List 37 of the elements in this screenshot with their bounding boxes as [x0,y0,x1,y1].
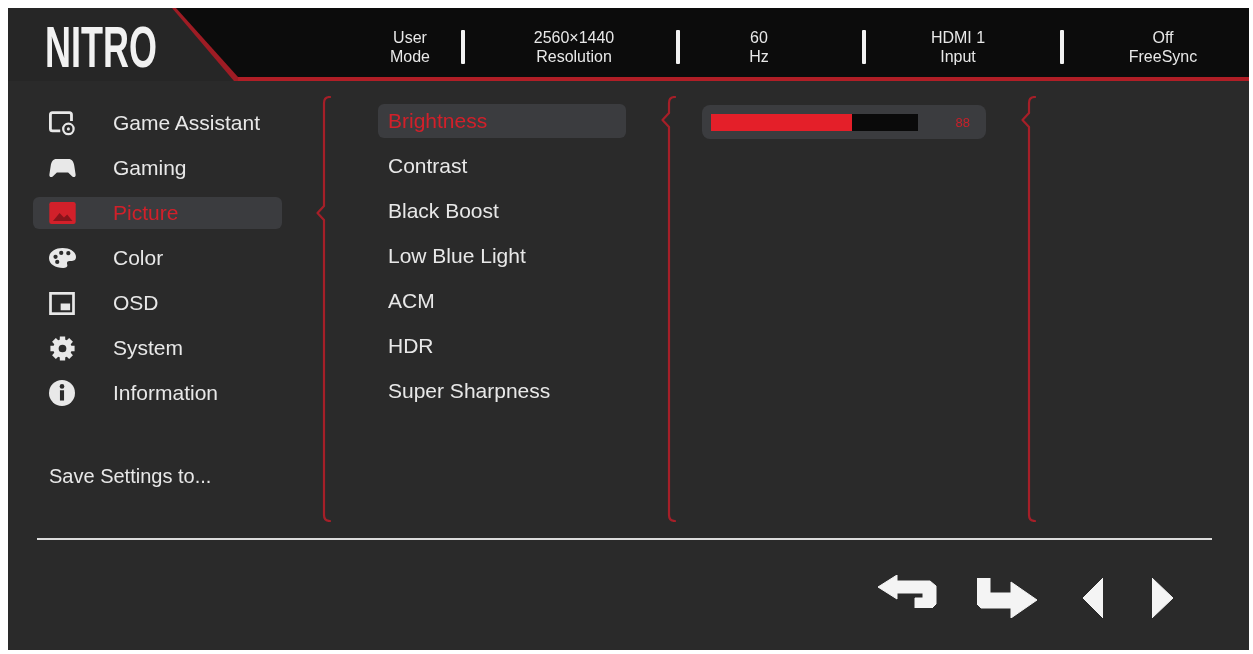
slider-track[interactable] [711,113,918,131]
right-triangle-icon[interactable] [1152,578,1173,618]
status-label: Hz [749,46,769,66]
enter-arrow-icon[interactable] [977,578,1037,618]
menu-item[interactable]: Color [33,242,282,274]
logo-text: NITRO [45,18,157,76]
image-icon [48,202,76,224]
status-label: Mode [390,46,430,66]
menu-item[interactable]: System [33,332,282,364]
menu-item[interactable]: Gaming [33,152,282,184]
submenu-item[interactable]: ACM [378,284,626,318]
palette-icon [48,248,76,268]
save-settings-item[interactable]: Save Settings to... [49,465,212,487]
status-value: HDMI 1 [930,27,986,47]
status-value: User [393,27,427,47]
submenu-item[interactable]: HDR [378,329,626,363]
submenu-item[interactable]: Black Boost [378,194,626,228]
status-value: 60 [750,27,768,47]
menu-item[interactable]: Information [33,377,282,409]
slider-value: 88 [955,114,970,130]
status-label: FreeSync [1128,46,1198,66]
back-arrow-icon[interactable] [878,575,937,608]
left-triangle-icon[interactable] [1083,578,1103,618]
submenu-item[interactable]: Contrast [378,149,626,183]
gear-icon [49,335,75,361]
status-value: 2560×1440 [533,27,615,47]
info-icon [49,380,75,406]
submenu-item[interactable]: Low Blue Light [378,239,626,273]
status-value: Off [1152,27,1174,47]
gamepad-icon [48,158,76,178]
status-label: Resolution [536,46,612,66]
menu-item[interactable]: OSD [33,287,282,319]
menu-item[interactable]: Game Assistant [33,107,282,139]
screen-gear-icon [49,110,75,136]
submenu-item[interactable]: Super Sharpness [378,374,626,408]
status-label: Input [940,46,976,66]
window-icon [49,291,75,315]
